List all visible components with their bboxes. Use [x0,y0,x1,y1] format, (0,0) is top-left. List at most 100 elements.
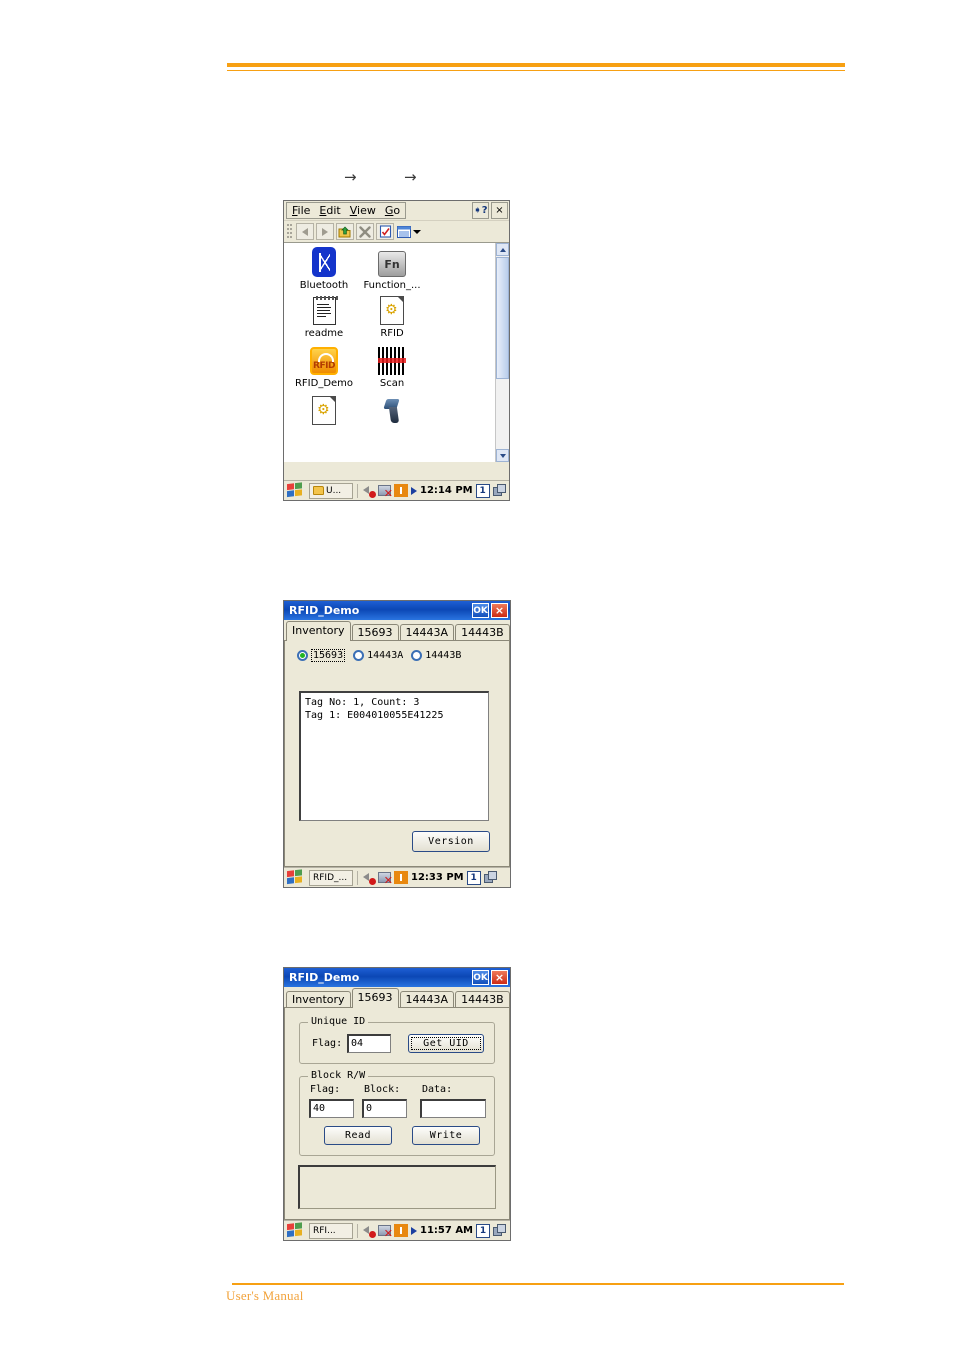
play-icon[interactable] [411,1226,417,1235]
show-desktop-icon[interactable] [492,484,507,497]
tab-14443a[interactable]: 14443A [399,991,455,1008]
desktop-item-rfid[interactable]: ⚙ RFID [356,293,428,339]
taskbar-task-button[interactable]: RFI... [309,1222,353,1239]
radio-15693[interactable]: 15693 [297,649,346,662]
scroll-up-icon[interactable] [496,243,509,256]
taskbar-clock[interactable]: 12:14 PM [420,485,473,496]
rfid-radio-icon[interactable] [394,871,408,884]
network-disconnected-icon[interactable]: ✕ [378,484,393,499]
desktop-item-function[interactable]: Fn Function_... [356,245,428,291]
block-rw-group: Block R/W Flag: Block: Data: 40 0 Read W… [299,1070,495,1156]
start-button[interactable] [287,1221,306,1239]
ok-button[interactable]: OK [472,603,489,618]
forward-icon[interactable] [316,223,334,240]
block-flag-input[interactable]: 40 [309,1099,354,1118]
tab-14443b[interactable]: 14443B [455,624,510,641]
tag-log-listbox[interactable]: Tag No: 1, Count: 3 Tag 1: E004010055E41… [299,691,489,821]
play-icon[interactable] [411,486,417,495]
task-label: RFID_... [313,872,348,883]
block-number-input[interactable]: 0 [362,1099,407,1118]
read-button[interactable]: Read [324,1126,392,1145]
start-button[interactable] [287,868,306,886]
tab-strip: Inventory 15693 14443A 14443B [284,987,510,1008]
show-desktop-icon[interactable] [493,1224,507,1237]
desktop-item-readme[interactable]: readme [288,293,360,339]
tab-15693[interactable]: 15693 [351,988,399,1008]
speaker-mute-icon[interactable] [362,484,376,498]
input-panel-button[interactable]: 1 [476,1223,491,1238]
menu-item-file[interactable]: File [292,205,310,216]
toolbar-grip[interactable] [287,224,292,239]
tab-15693-page: Unique ID Flag: 04 Get UID Block R/W Fla… [284,1007,510,1220]
window-controls: ➧? × [472,202,508,219]
tab-15693[interactable]: 15693 [351,624,399,641]
taskbar-clock[interactable]: 12:33 PM [411,872,464,883]
log-line: Tag 1: E004010055E41225 [305,710,444,721]
tab-14443a[interactable]: 14443A [399,624,455,641]
protocol-radio-group: 15693 14443A 14443B [285,641,509,668]
vertical-scrollbar[interactable] [495,243,509,462]
taskbar-task-button[interactable]: U... [309,482,353,499]
back-icon[interactable] [296,223,314,240]
show-desktop-icon[interactable] [483,871,498,884]
network-disconnected-icon[interactable]: ✕ [378,1224,393,1239]
radio-dot [297,650,308,661]
views-icon[interactable] [396,223,422,240]
explorer-icon-area: Bluetooth Fn Function_... readme ⚙ RFID … [284,243,509,462]
tab-inventory[interactable]: Inventory [286,621,351,641]
start-button[interactable] [287,481,306,499]
desktop-item-rfid-demo[interactable]: RFID RFID_Demo [288,343,360,389]
radio-label: 15693 [311,649,346,662]
icon-label: readme [304,328,344,339]
folder-up-glyph [338,226,351,237]
scroll-down-icon[interactable] [496,449,509,462]
help-button[interactable]: ➧? [472,202,489,219]
scanner-gun-icon [356,393,428,425]
rfid-radio-icon[interactable] [394,1224,408,1237]
taskbar: RFID_... ✕ 12:33 PM 1 [284,867,510,887]
input-panel-button[interactable]: 1 [475,483,490,498]
ok-button[interactable]: OK [472,970,489,985]
up-one-level-icon[interactable] [336,223,354,240]
chevron-down-icon[interactable] [413,229,421,234]
window-title: RFID_Demo [289,971,360,984]
speaker-mute-icon[interactable] [362,871,376,885]
radio-14443a[interactable]: 14443A [353,650,403,661]
desktop-item-partial-scanner[interactable] [356,393,428,425]
close-icon[interactable]: × [491,970,508,985]
scrollbar-thumb[interactable] [496,257,509,379]
properties-icon[interactable] [376,223,394,240]
close-icon[interactable]: × [491,603,508,618]
desktop-item-bluetooth[interactable]: Bluetooth [288,245,360,291]
taskbar-task-button[interactable]: RFID_... [309,869,353,886]
delete-icon[interactable] [356,223,374,240]
get-uid-button[interactable]: Get UID [408,1034,484,1053]
version-button[interactable]: Version [412,831,490,852]
network-disconnected-icon[interactable]: ✕ [378,871,393,886]
close-icon[interactable]: × [491,202,508,219]
group-title: Block R/W [308,1070,369,1081]
radio-label: 14443A [367,650,404,661]
block-data-input[interactable] [420,1099,486,1118]
system-tray: ✕ 11:57 AM 1 [357,1223,507,1239]
taskbar-clock[interactable]: 11:57 AM [420,1225,473,1236]
rfid-demo-icon: RFID [288,343,360,375]
desktop-item-partial-config[interactable]: ⚙ [288,393,360,425]
tab-inventory[interactable]: Inventory [286,991,351,1008]
title-bar: RFID_Demo OK × [284,601,510,620]
speaker-mute-icon[interactable] [362,1224,376,1238]
write-button[interactable]: Write [412,1126,480,1145]
menu-item-go[interactable]: Go [385,205,400,216]
input-panel-button[interactable]: 1 [466,870,481,885]
rfid-radio-icon[interactable] [394,484,408,497]
menu-bar: File Edit View Go ➧? × [284,201,509,221]
page-footer-label: User's Manual [226,1288,304,1303]
output-box[interactable] [298,1165,496,1209]
tab-14443b[interactable]: 14443B [455,991,510,1008]
radio-14443b[interactable]: 14443B [411,650,461,661]
menu-item-view[interactable]: View [350,205,376,216]
desktop-item-scan[interactable]: Scan [356,343,428,389]
barcode-icon [356,343,428,375]
menu-item-edit[interactable]: Edit [319,205,340,216]
uid-flag-input[interactable]: 04 [347,1034,391,1053]
